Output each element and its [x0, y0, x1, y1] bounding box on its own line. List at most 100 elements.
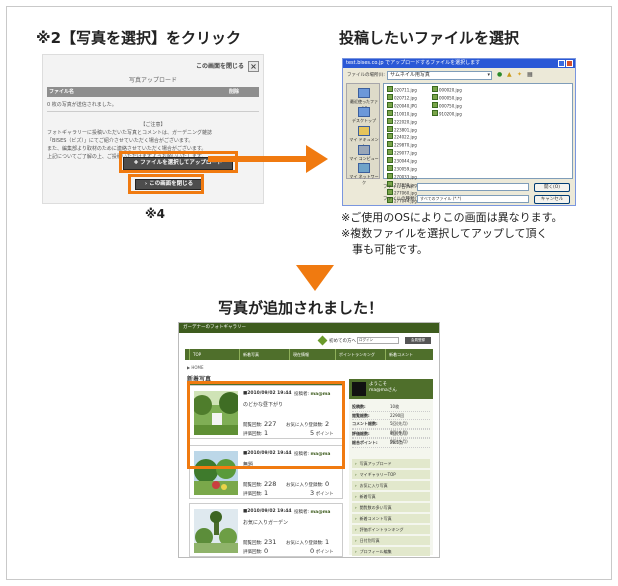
sidebar-menu-item[interactable]: 新着コメント写真: [352, 514, 430, 523]
file-item[interactable]: 000050.jpg: [432, 94, 462, 102]
place-label: マイ ネットワーク: [349, 174, 379, 185]
card-evals: 評価回数: 0: [243, 547, 268, 555]
file-item[interactable]: 020040.JPG: [387, 102, 417, 110]
close-icon[interactable]: [566, 60, 573, 67]
nav-info[interactable]: 現在情報: [289, 349, 309, 360]
sidebar-menu-item[interactable]: 評価ポイントランキング: [352, 525, 430, 534]
card-title[interactable]: お気に入りガーデン: [243, 519, 288, 526]
card-favs-value: 0: [324, 480, 330, 488]
card-evals-label: 評価回数:: [243, 550, 263, 555]
sidebar-menu-item[interactable]: 写真アップロード: [352, 459, 430, 468]
file-item[interactable]: 287750.jpg: [387, 205, 417, 206]
sidebar-menu-item[interactable]: プロフィール編集: [352, 547, 430, 556]
card-views-label: 閲覧回数:: [243, 483, 263, 488]
close-icon[interactable]: ×: [248, 61, 259, 72]
sidebar-menu-item[interactable]: 新着写真: [352, 492, 430, 501]
card-evals-label: 評価回数:: [243, 492, 263, 497]
stat-label: 総合ポイント:: [352, 440, 378, 446]
step1-caption: ※4: [145, 207, 166, 221]
help-icon[interactable]: [558, 60, 565, 67]
nav-top[interactable]: TOP: [189, 349, 201, 360]
column-filename: ファイル名: [49, 89, 75, 95]
back-icon[interactable]: ●: [497, 71, 502, 78]
filename-input[interactable]: [417, 183, 529, 191]
cancel-button[interactable]: キャンセル: [534, 195, 570, 204]
stat-row: 投稿数: 10枚: [352, 403, 430, 412]
card-points: 0 ポイント: [310, 547, 334, 555]
new-folder-icon[interactable]: ✦: [517, 71, 522, 78]
user-sidebar: ようこそ ma@maさん 投稿数: 10枚閲覧総数: 2290回コメント総数: 5回(…: [349, 379, 433, 556]
leaf-icon: [317, 335, 328, 346]
file-item[interactable]: 230044.jpg: [387, 157, 417, 165]
card-points-value: 0: [310, 547, 315, 555]
sidebar-menu-item[interactable]: お気に入り写真: [352, 481, 430, 490]
card-evals-value: 0: [263, 547, 269, 555]
stat-row: コメント総数: 5回(先月): [352, 420, 430, 429]
nav-ranking[interactable]: ポイントランキング: [335, 349, 375, 360]
photo-thumbnail[interactable]: [194, 509, 238, 553]
card-poster-name[interactable]: ma@ma: [310, 510, 330, 515]
stat-value: 10枚: [390, 404, 400, 409]
open-button[interactable]: 開く(O): [534, 183, 570, 192]
stat-value: 29.5点: [390, 440, 403, 446]
filetype-select[interactable]: すべてのファイル (*.*): [417, 195, 529, 203]
file-item[interactable]: 020711.jpg: [387, 86, 417, 94]
up-folder-icon[interactable]: ▲: [507, 71, 512, 78]
file-item[interactable]: 222020.jpg: [387, 118, 417, 126]
card-points-unit: ポイント: [315, 550, 334, 555]
file-item[interactable]: 224022.jpg: [387, 133, 417, 141]
file-item[interactable]: 229870.jpg: [387, 141, 417, 149]
file-item[interactable]: 910200.jpg: [432, 110, 462, 118]
stat-label: 閲覧総数:: [352, 412, 370, 418]
file-dialog-screenshot: test.bises.co.jp でアップロードするファイルを選択します ファイ…: [342, 58, 576, 206]
place-network[interactable]: マイ ネットワーク: [349, 163, 379, 186]
card-evals-value: 1: [263, 489, 269, 497]
stat-label: 投稿数:: [352, 404, 366, 409]
filetype-value: すべてのファイル (*.*): [420, 196, 462, 201]
place-desktop[interactable]: デスクトップ: [349, 107, 379, 124]
photo-card[interactable]: ■2010/09/02 19:44 投稿者: ma@ma お気に入りガーデン 閲…: [189, 503, 343, 557]
file-item[interactable]: 229077.jpg: [387, 149, 417, 157]
stat-label: 評価総数:: [352, 430, 370, 436]
arrow-down-icon: [296, 265, 334, 291]
file-list[interactable]: 020711.jpg 020712.jpg 020040.JPG 210010.jpg…: [383, 83, 573, 203]
step2-notes: ※ご使用のOSによりこの画面は異なります。 ※複数ファイルを選択してアップして頂…: [341, 210, 563, 258]
file-item[interactable]: 000750.jpg: [432, 102, 462, 110]
register-button[interactable]: 会員登録: [405, 337, 431, 344]
sidebar-menu-item[interactable]: マイギャラリーTOP: [352, 470, 430, 479]
user-name: ma@maさん: [369, 388, 397, 393]
user-welcome: ようこそ ma@maさん: [349, 379, 433, 399]
first-visit-link[interactable]: 初めての方へ: [329, 338, 356, 344]
file-item[interactable]: 000020.jpg: [432, 86, 462, 94]
look-in-select[interactable]: サムネイル用写真 ▾: [387, 71, 492, 80]
file-item[interactable]: 020712.jpg: [387, 94, 417, 102]
main-nav: TOP 新着写真 現在情報 ポイントランキング 新着コメント: [185, 349, 433, 360]
card-poster-label: 投稿者:: [294, 510, 310, 515]
site-topbar: ガーデナーのフォトギャラリー: [179, 323, 439, 333]
gallery-screenshot: ガーデナーのフォトギャラリー 初めての方へ ログイン 会員登録 TOP 新着写真…: [178, 322, 440, 558]
file-item[interactable]: 223801.jpg: [387, 126, 417, 134]
card-views-label: 閲覧回数:: [243, 541, 263, 546]
file-item[interactable]: 270033.jpg: [387, 173, 417, 181]
file-item[interactable]: 210010.jpg: [387, 110, 417, 118]
upload-status: 0 枚の写真が送信されました。: [47, 102, 117, 108]
step1-title: ※2【写真を選択】をクリック: [36, 29, 242, 47]
stat-value: 4回(先月): [390, 430, 408, 436]
login-input[interactable]: ログイン: [357, 337, 399, 344]
nav-comments[interactable]: 新着コメント: [385, 349, 413, 360]
nav-new-photos[interactable]: 新着写真: [239, 349, 259, 360]
close-bar-label[interactable]: この画面を閉じる: [196, 63, 244, 70]
stat-value: 2290回: [390, 412, 405, 418]
card-poster: 投稿者: ma@ma: [294, 509, 330, 515]
chevron-down-icon: ▾: [487, 72, 490, 78]
stat-row: 閲覧総数: 2290回: [352, 412, 430, 421]
view-menu-icon[interactable]: ▦: [527, 71, 533, 78]
file-item[interactable]: 230059.jpg: [387, 165, 417, 173]
highlight-select-button: [119, 151, 238, 173]
stat-row: 総合ポイント: 29.5点: [352, 439, 430, 448]
breadcrumb[interactable]: ▶ HOME: [187, 365, 203, 370]
divider: [47, 111, 259, 112]
places-bar: 最近使ったファイル デスクトップ マイ ドキュメント マイ コンピュータ マイ …: [346, 83, 380, 185]
sidebar-menu-item[interactable]: 日付別写真: [352, 536, 430, 545]
sidebar-menu-item[interactable]: 閲覧数の多い写真: [352, 503, 430, 512]
